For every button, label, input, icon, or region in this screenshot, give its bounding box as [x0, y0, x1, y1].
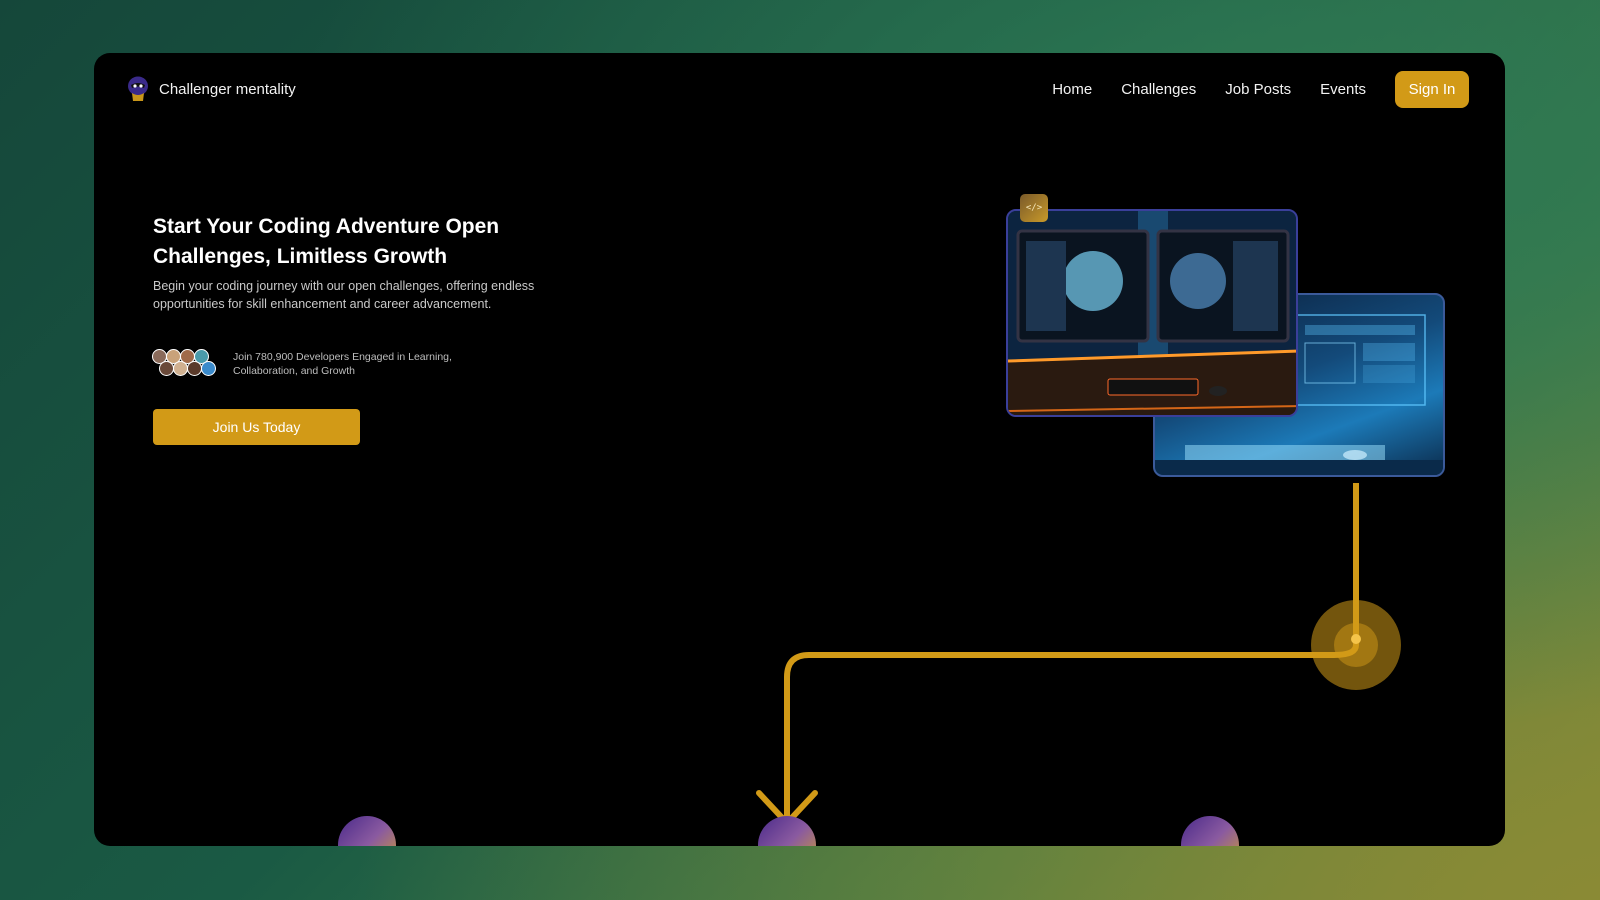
- avatar: [159, 361, 174, 376]
- avatar: [187, 361, 202, 376]
- step-node: [1181, 816, 1239, 846]
- avatar: [201, 361, 216, 376]
- top-nav: Challenger mentality Home Challenges Job…: [94, 53, 1505, 127]
- brand-name: Challenger mentality: [159, 80, 296, 98]
- nav-home[interactable]: Home: [1052, 81, 1092, 98]
- nav-job-posts[interactable]: Job Posts: [1225, 81, 1291, 98]
- step-node: [338, 816, 396, 846]
- developer-avatars: [152, 349, 222, 381]
- brand[interactable]: Challenger mentality: [127, 76, 296, 102]
- hero-subtitle: Begin your coding journey with our open …: [153, 279, 535, 311]
- join-us-button[interactable]: Join Us Today: [153, 409, 360, 445]
- nav-events[interactable]: Events: [1320, 81, 1366, 98]
- flow-line: [784, 483, 1359, 823]
- avatar: [173, 361, 188, 376]
- nav-challenges[interactable]: Challenges: [1121, 81, 1196, 98]
- code-icon: </>: [1020, 194, 1048, 222]
- step-node: [758, 816, 816, 846]
- pulse-node: [1311, 600, 1401, 690]
- community-text: Join 780,900 Developers Engaged in Learn…: [233, 351, 452, 377]
- sign-in-button[interactable]: Sign In: [1395, 71, 1469, 108]
- nav-links: Home Challenges Job Posts Events Sign In: [1052, 71, 1469, 108]
- ninja-head-logo: [128, 76, 148, 101]
- page-frame: Challenger mentality Home Challenges Job…: [94, 53, 1505, 846]
- hero-title: Start Your Coding Adventure Open Challen…: [153, 215, 500, 268]
- gaming-setup-image: [1006, 209, 1298, 417]
